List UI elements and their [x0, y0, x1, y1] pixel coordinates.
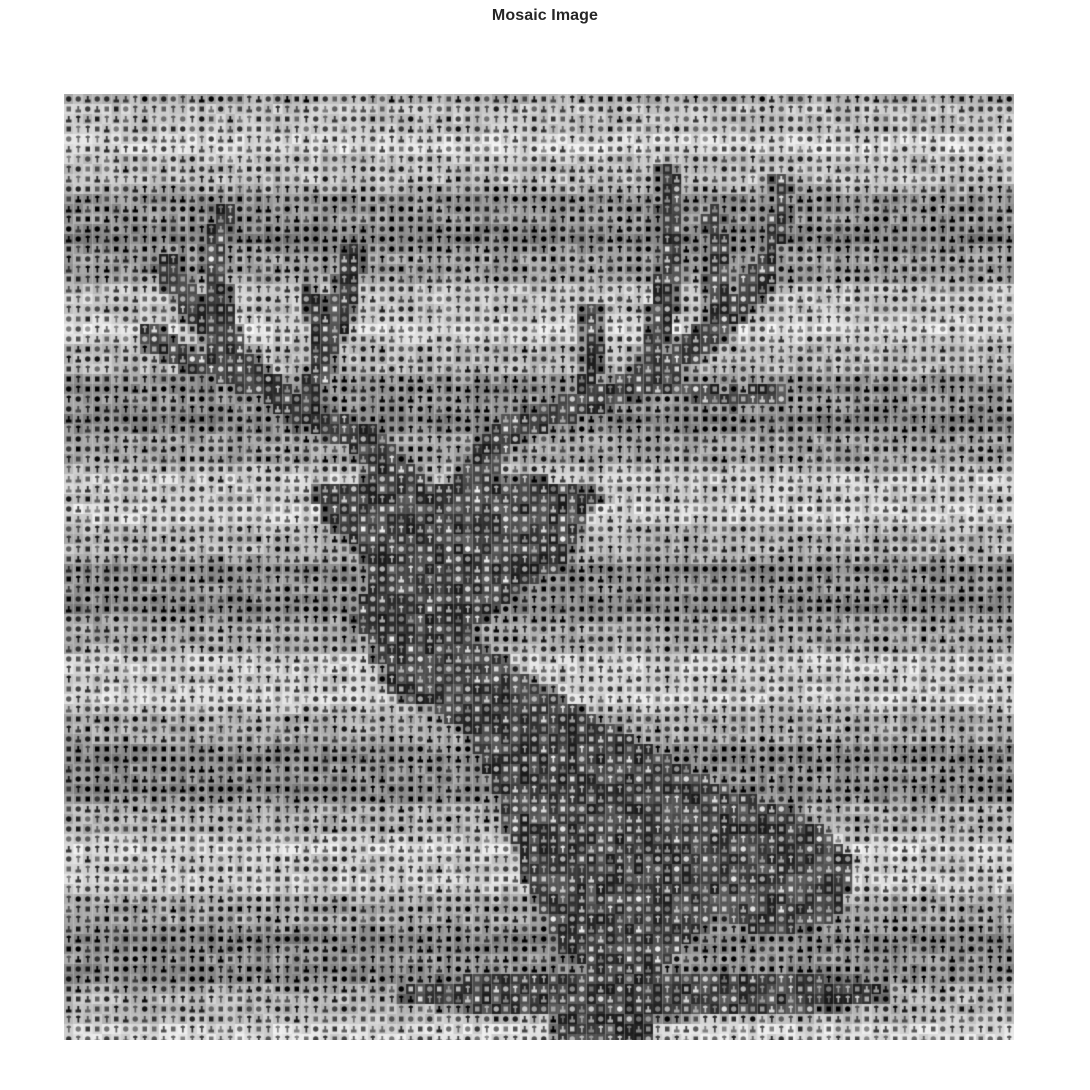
mosaic-image — [64, 94, 1014, 1040]
figure-title: Mosaic Image — [491, 7, 599, 24]
mosaic-image-canvas — [64, 94, 1014, 1040]
